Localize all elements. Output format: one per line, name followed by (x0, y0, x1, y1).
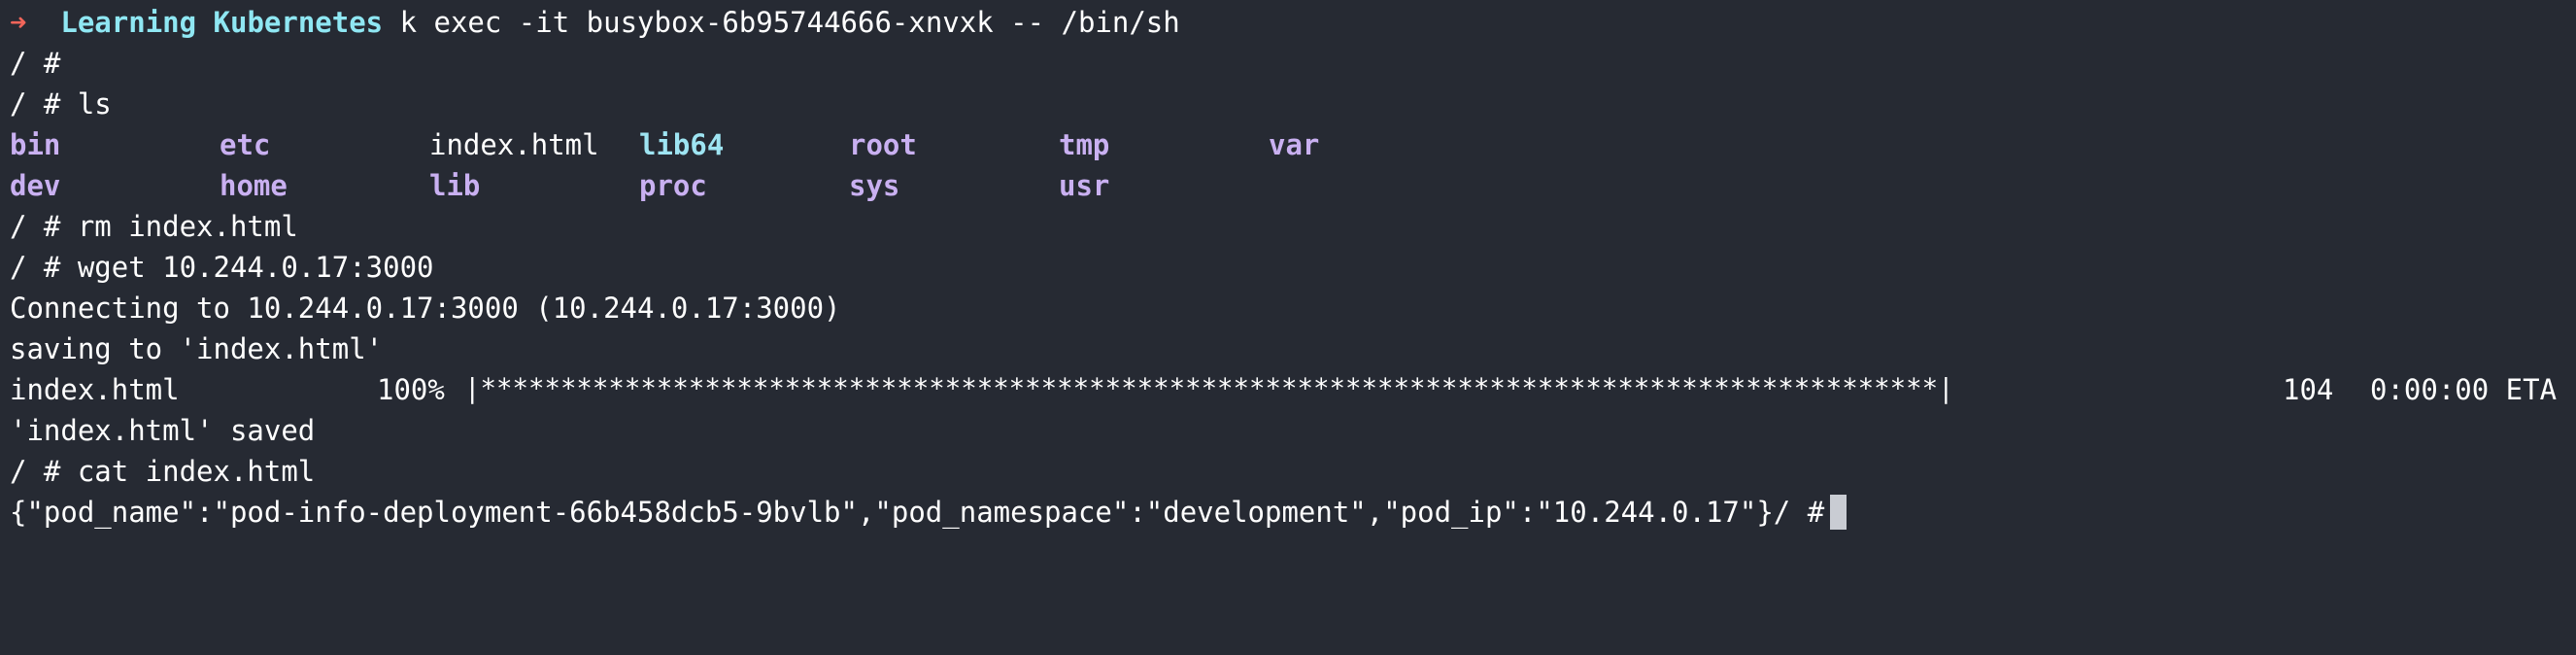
prompt-directory: Learning Kubernetes (60, 6, 384, 39)
ls-entry-sys: sys (849, 169, 900, 202)
ls-entry-etc: etc (220, 128, 271, 161)
ls-entry-usr: usr (1059, 169, 1110, 202)
cat-output-line[interactable]: {"pod_name":"pod-info-deployment-66b458d… (10, 492, 2576, 533)
ls-entry-proc: proc (639, 169, 707, 202)
wget-saved-output: 'index.html' saved (10, 414, 316, 447)
progress-bar: |***************************************… (464, 374, 1954, 404)
ls-output-row-1: bin etc index.html lib64 root tmp var (10, 124, 2576, 165)
ls-entry-root: root (849, 128, 917, 161)
wget-command: / # wget 10.244.0.17:3000 (10, 251, 434, 284)
kubectl-exec-line: ➜ Learning Kubernetes k exec -it busybox… (10, 2, 2576, 43)
ls-entry-dev: dev (10, 169, 61, 202)
progress-size: 104 (2283, 373, 2334, 406)
ls-entry-home: home (220, 169, 288, 202)
prompt-arrow-icon: ➜ (10, 6, 27, 39)
terminal-cursor[interactable] (1830, 495, 1847, 530)
rm-command: / # rm index.html (10, 210, 298, 243)
ls-entry-lib64: lib64 (639, 128, 725, 161)
progress-filename: index.html (10, 373, 180, 406)
ls-entry-var: var (1269, 128, 1320, 161)
wget-saving-output: saving to 'index.html' (10, 332, 384, 365)
ls-entry-tmp: tmp (1059, 128, 1110, 161)
wget-connecting-output: Connecting to 10.244.0.17:3000 (10.244.0… (10, 292, 841, 325)
exec-command: k exec -it busybox-6b95744666-xnvxk -- /… (399, 6, 1180, 39)
progress-eta: 0:00:00 ETA (2370, 373, 2558, 406)
ls-entry-index-html: index.html (429, 128, 599, 161)
ls-entry-lib: lib (429, 169, 481, 202)
ls-command: / # ls (10, 87, 112, 121)
terminal-window[interactable]: ➜ Learning Kubernetes k exec -it busybox… (10, 2, 2576, 628)
ls-output-row-2: dev home lib proc sys usr (10, 165, 2576, 206)
empty-shell-prompt: / # (10, 47, 61, 80)
cat-json-output: {"pod_name":"pod-info-deployment-66b458d… (10, 496, 1825, 529)
cat-command: / # cat index.html (10, 455, 316, 488)
progress-percent: 100% (377, 373, 445, 406)
wget-progress-line: index.html 100% |***********************… (10, 369, 2576, 410)
ls-entry-bin: bin (10, 128, 61, 161)
